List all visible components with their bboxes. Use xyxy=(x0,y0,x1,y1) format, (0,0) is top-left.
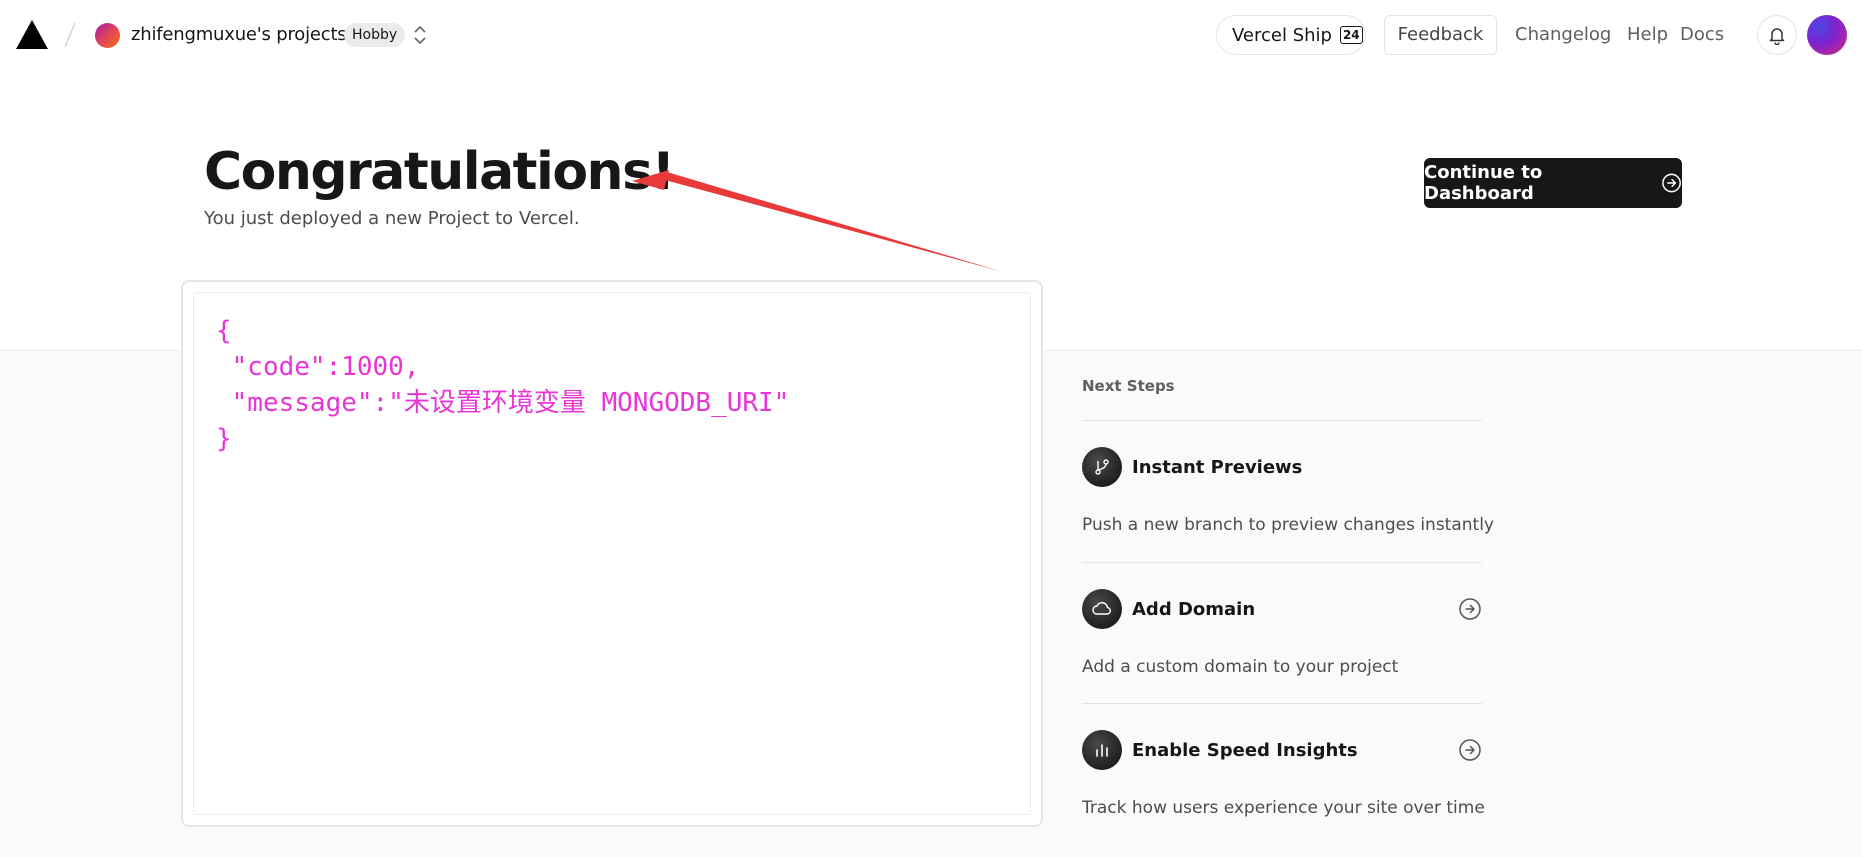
breadcrumb-separator-icon xyxy=(64,22,76,48)
docs-link[interactable]: Docs xyxy=(1680,24,1724,45)
deployment-preview-frame[interactable]: { "code":1000, "message":"未设置环境变量 MONGOD… xyxy=(181,280,1043,827)
vercel-ship-button[interactable]: Vercel Ship 24 xyxy=(1216,15,1366,55)
page-title: Congratulations! xyxy=(204,142,675,202)
continue-to-dashboard-label: Continue to Dashboard xyxy=(1424,162,1543,204)
team-name[interactable]: zhifengmuxue's projects xyxy=(131,24,347,45)
next-step-add-domain[interactable]: Add Domain Add a custom domain to your p… xyxy=(1082,562,1482,704)
help-link[interactable]: Help xyxy=(1627,24,1668,45)
team-avatar[interactable] xyxy=(95,23,120,48)
arrow-right-circle-icon[interactable] xyxy=(1458,738,1482,762)
step-title: Add Domain xyxy=(1132,599,1256,620)
continue-to-dashboard-button[interactable]: Continue to Dashboard xyxy=(1424,158,1682,208)
page-subtitle: You just deployed a new Project to Verce… xyxy=(204,208,580,229)
changelog-link[interactable]: Changelog xyxy=(1515,24,1611,45)
team-switcher-chevrons-icon[interactable] xyxy=(411,22,429,48)
next-step-instant-previews[interactable]: Instant Previews Push a new branch to pr… xyxy=(1082,420,1494,562)
git-branch-icon xyxy=(1082,447,1122,487)
step-description: Push a new branch to preview changes ins… xyxy=(1082,515,1494,535)
feedback-button[interactable]: Feedback xyxy=(1384,15,1497,55)
step-description: Track how users experience your site ove… xyxy=(1082,798,1485,818)
notifications-button[interactable] xyxy=(1757,15,1797,55)
top-navigation-bar: zhifengmuxue's projects Hobby Vercel Shi… xyxy=(0,0,1862,70)
step-description: Add a custom domain to your project xyxy=(1082,657,1399,677)
vercel-ship-label: Vercel Ship xyxy=(1232,24,1332,46)
cloud-icon xyxy=(1082,589,1122,629)
arrow-right-circle-icon xyxy=(1662,173,1681,193)
deployment-preview-content: { "code":1000, "message":"未设置环境变量 MONGOD… xyxy=(193,292,1031,815)
plan-badge: Hobby xyxy=(344,23,406,47)
bell-icon xyxy=(1769,28,1785,45)
user-avatar[interactable] xyxy=(1807,15,1847,55)
arrow-right-circle-icon[interactable] xyxy=(1458,597,1482,621)
next-step-enable-speed-insights[interactable]: Enable Speed Insights Track how users ex… xyxy=(1082,703,1485,845)
step-title: Instant Previews xyxy=(1132,457,1303,478)
step-title: Enable Speed Insights xyxy=(1132,740,1358,761)
vercel-ship-number-badge: 24 xyxy=(1339,26,1363,44)
next-steps-title: Next Steps xyxy=(1082,377,1175,395)
bar-chart-icon xyxy=(1082,730,1122,770)
vercel-logo-icon[interactable] xyxy=(16,20,48,49)
